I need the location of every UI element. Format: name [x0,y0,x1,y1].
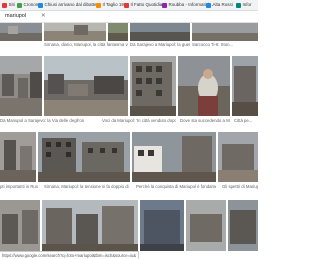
image-caption[interactable]: Dove sta succedendo a Mariupol... [180,118,230,123]
image-thumbnail [130,56,176,116]
bookmarks-bar: Siti Cronomo Chiusi arrivano dal dibatte… [0,0,258,11]
image-result[interactable] [38,132,130,182]
image-result[interactable] [108,23,128,41]
image-caption[interactable]: Voci da Mariupol: 'In città venduto dopo… [102,118,176,123]
image-thumbnail [132,132,216,182]
image-result[interactable] [0,56,42,116]
image-result[interactable] [192,23,258,41]
search-input[interactable]: mariupol [5,13,26,20]
bookmark-icon [38,2,43,8]
image-thumbnail [228,200,258,251]
image-thumbnail [38,132,130,182]
bookmark-item[interactable]: Chiusi arrivano dal dibatte... [38,1,100,9]
image-result[interactable] [140,200,184,251]
image-result[interactable] [228,200,258,251]
image-caption[interactable]: Sarcocco Ti-6: Ston... [192,42,258,47]
image-caption[interactable]: pti importanti in Russia - ... [0,184,38,189]
image-thumbnail [130,23,190,41]
image-thumbnail [186,200,226,251]
image-thumbnail [44,56,128,116]
image-result[interactable] [178,56,230,116]
bookmark-apps[interactable]: Siti [2,1,15,9]
image-result[interactable] [42,200,138,251]
image-result[interactable] [130,56,176,116]
image-result[interactable] [0,132,36,182]
bookmark-item[interactable]: Il Taglio 190 [96,1,126,9]
image-result[interactable] [44,23,106,41]
search-bar: mariupol ✕ [0,11,258,23]
image-thumbnail [192,23,258,41]
close-icon[interactable]: ✕ [41,13,46,20]
image-result[interactable] [130,23,190,41]
image-caption[interactable]: Città pe... [234,118,258,123]
image-result[interactable] [218,132,258,182]
bookmark-item[interactable]: Alta Rossi [206,1,233,9]
image-thumbnail [178,56,230,116]
image-caption[interactable]: Sirnana, Mariupol: la tensione si fa dop… [44,184,130,189]
image-result[interactable] [0,200,40,251]
bookmark-item[interactable]: Il Fatto Quotidiano [124,1,167,9]
bookmark-icon [124,2,129,8]
image-result[interactable] [44,56,128,116]
image-thumbnail [44,23,106,41]
status-url: https://www.google.com/search?q=foto+mar… [2,253,136,258]
image-thumbnail [140,200,184,251]
image-thumbnail [232,56,258,116]
image-result[interactable] [186,200,226,251]
image-thumbnail [108,23,128,41]
apps-icon [2,2,7,8]
bookmark-icon [96,2,101,8]
image-thumbnail [0,56,42,116]
bookmark-icon [236,2,241,8]
image-caption[interactable]: Perché la conquista di Mariupol è fondam… [136,184,216,189]
image-thumbnail [42,200,138,251]
bookmark-icon [206,2,211,8]
image-thumbnail [0,23,42,41]
bookmark-icon [17,2,22,8]
image-caption[interactable]: Da Sarajevo a Mariupol: la guerra e la m… [130,42,190,47]
image-caption[interactable]: Gli spettri di Mariupol... [222,184,258,189]
bookmark-icon [162,2,167,8]
image-result[interactable] [0,23,42,41]
image-caption[interactable]: Sirnana, diario, Mariupol, la città fant… [44,42,128,47]
image-thumbnail [218,132,258,182]
image-result[interactable] [232,56,258,116]
image-caption[interactable]: Da Mariupol a Sarajevo: la Via delle deg… [0,118,84,123]
image-thumbnail [0,200,40,251]
bookmark-item[interactable]: Infor [236,1,252,9]
image-result[interactable] [132,132,216,182]
image-thumbnail [0,132,36,182]
